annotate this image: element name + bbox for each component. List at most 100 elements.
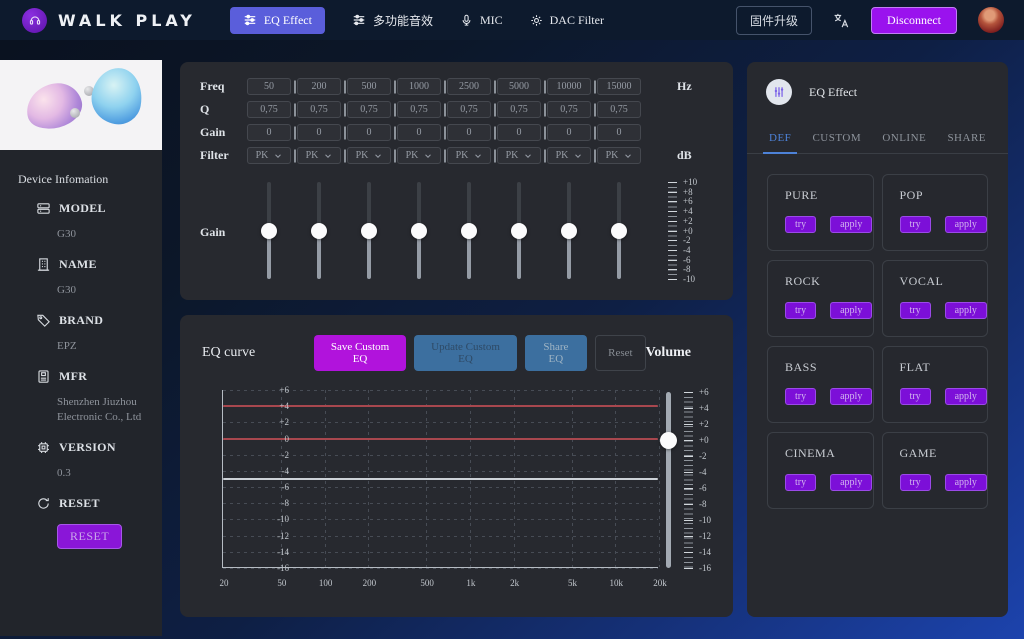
nav-tab-label: 多功能音效 [372,13,433,28]
band5-q-input[interactable] [447,101,491,118]
slider-thumb[interactable] [561,222,577,239]
band6-freq-input[interactable] [497,78,541,95]
band5-gain-slider[interactable] [461,182,477,279]
band6-q-input[interactable] [497,101,541,118]
preset-game-apply-button[interactable]: apply [944,474,987,491]
band6-gain-input[interactable] [497,124,541,141]
band7-q-input[interactable] [547,101,591,118]
band-row-q: Q [200,101,725,118]
band7-gain-slider[interactable] [561,182,577,279]
band8-gain-slider[interactable] [611,182,627,279]
band1-freq-input[interactable] [247,78,291,95]
slider-thumb[interactable] [361,222,377,239]
band5-gain-input[interactable] [447,124,491,141]
band8-freq-input[interactable] [597,78,641,95]
y-tick-label: -4 [281,465,290,476]
band4-gain-slider[interactable] [411,182,427,279]
band6-freq-cell [494,78,546,95]
volume-slider-track[interactable] [666,392,671,568]
preset-rock-apply-button[interactable]: apply [830,302,873,319]
firmware-update-button[interactable]: 固件升级 [736,5,813,35]
volume-slider-thumb[interactable] [660,432,677,449]
filter-select-value: PK [505,150,519,161]
nav-tab-eq-effect[interactable]: EQ Effect [229,6,325,34]
update-custom-eq-button[interactable]: Update Custom EQ [414,335,517,371]
band8-filter-select[interactable]: PK [597,147,641,164]
band3-filter-select[interactable]: PK [347,147,391,164]
slider-thumb[interactable] [461,222,477,239]
slider-thumb[interactable] [261,222,277,239]
gain-scale-ruler [668,182,677,280]
band5-freq-input[interactable] [447,78,491,95]
band7-freq-input[interactable] [547,78,591,95]
scale-tick-label: -6 [699,483,707,493]
band3-freq-input[interactable] [347,78,391,95]
presets-tab-share[interactable]: SHARE [947,132,986,153]
band2-q-input[interactable] [297,101,341,118]
preset-pop-try-button[interactable]: try [899,216,931,233]
save-custom-eq-button[interactable]: Save Custom EQ [313,335,407,371]
device-reset-button[interactable]: RESET [57,524,123,549]
band7-gain-input[interactable] [547,124,591,141]
language-switch-icon[interactable] [833,12,850,29]
band4-q-input[interactable] [397,101,441,118]
slider-thumb[interactable] [611,222,627,239]
nav-tab-mic[interactable]: MIC [460,7,503,34]
presets-tab-def[interactable]: DEF [762,132,798,154]
preset-bass-try-button[interactable]: try [785,388,817,405]
reset-eq-button[interactable]: Reset [595,335,646,371]
band1-gain-input[interactable] [247,124,291,141]
nav-tab-sound-effects[interactable]: 多功能音效 [352,6,433,35]
preset-cinema-try-button[interactable]: try [785,474,817,491]
preset-card-bass: BASS try apply [767,346,874,423]
band3-gain-slider[interactable] [361,182,377,279]
slider-thumb[interactable] [311,222,327,239]
gain-scale: +10 +8 +6 +4 +2 +0 -2 -4 -6 -8 -10 [644,176,725,288]
user-avatar[interactable] [978,7,1004,33]
band2-filter-select[interactable]: PK [297,147,341,164]
presets-tab-custom[interactable]: CUSTOM [812,132,861,153]
band2-gain-input[interactable] [297,124,341,141]
band6-filter-select[interactable]: PK [497,147,541,164]
preset-cinema-apply-button[interactable]: apply [830,474,873,491]
preset-vocal-apply-button[interactable]: apply [944,302,987,319]
band8-q-input[interactable] [597,101,641,118]
band1-gain-slider[interactable] [261,182,277,279]
band1-filter-select[interactable]: PK [247,147,291,164]
device-info-value-name: G30 [57,284,76,296]
band6-gain-slider[interactable] [511,182,527,279]
filter-select-value: PK [305,150,319,161]
band5-filter-select[interactable]: PK [447,147,491,164]
band4-gain-input[interactable] [397,124,441,141]
band2-gain-slider[interactable] [311,182,327,279]
device-info-label-reset: RESET [36,496,152,511]
band2-freq-input[interactable] [297,78,341,95]
presets-tab-online[interactable]: ONLINE [882,132,926,153]
preset-flat-apply-button[interactable]: apply [944,388,987,405]
band4-filter-select[interactable]: PK [397,147,441,164]
preset-bass-apply-button[interactable]: apply [830,388,873,405]
band3-q-input[interactable] [347,101,391,118]
share-eq-button[interactable]: Share EQ [524,335,588,371]
preset-rock-try-button[interactable]: try [785,302,817,319]
preset-pop-apply-button[interactable]: apply [944,216,987,233]
device-sidebar: Device Infomation MODEL G30 NAME G30 BRAND EP… [0,60,162,636]
nav-tab-dac-filter[interactable]: DAC Filter [530,7,604,34]
band8-gain-input[interactable] [597,124,641,141]
chevron-down-icon [374,152,382,160]
band3-gain-input[interactable] [347,124,391,141]
band7-filter-select[interactable]: PK [547,147,591,164]
band1-q-input[interactable] [247,101,291,118]
preset-flat-try-button[interactable]: try [899,388,931,405]
band7-freq-cell [544,78,596,95]
slider-thumb[interactable] [411,222,427,239]
row-label-filter: Filter [200,148,229,162]
disconnect-button[interactable]: Disconnect [871,6,957,34]
slider-thumb[interactable] [511,222,527,239]
preset-vocal-try-button[interactable]: try [899,302,931,319]
scale-tick-label: +10 [683,177,698,187]
band4-freq-input[interactable] [397,78,441,95]
preset-pure-try-button[interactable]: try [785,216,817,233]
preset-game-try-button[interactable]: try [899,474,931,491]
preset-pure-apply-button[interactable]: apply [830,216,873,233]
